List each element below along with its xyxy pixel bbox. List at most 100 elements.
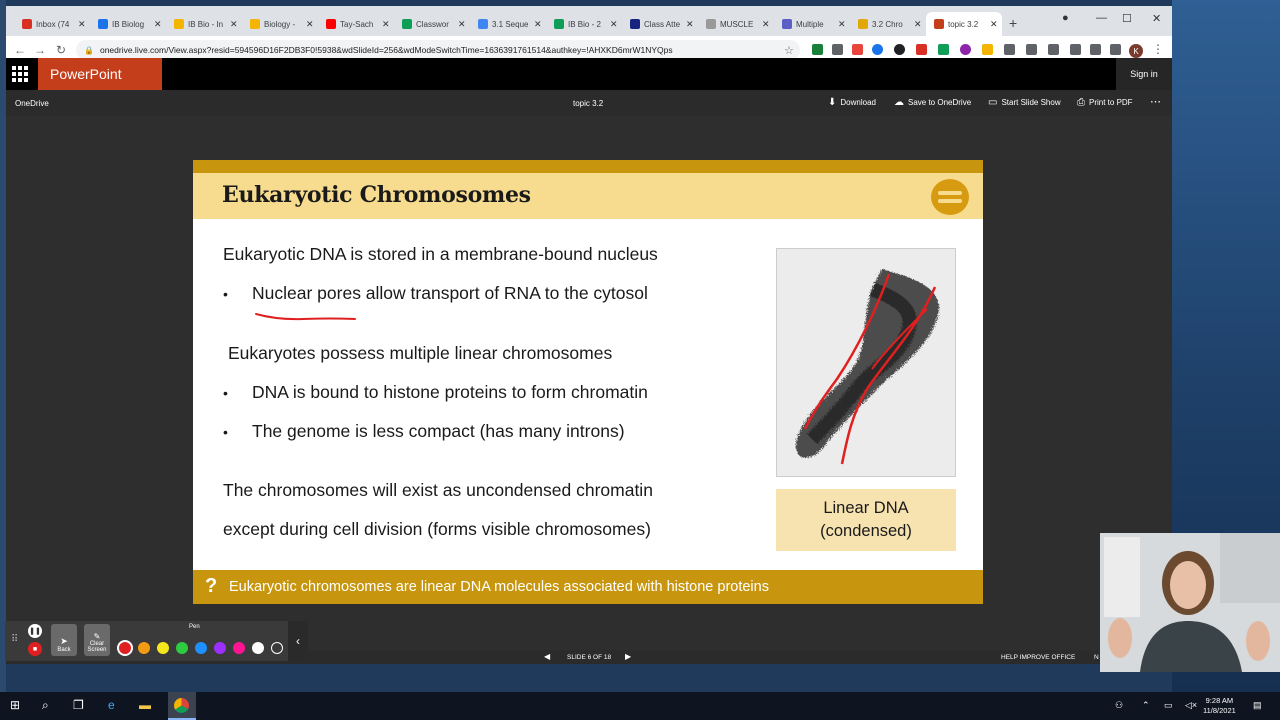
pen-color-swatch[interactable]: [195, 642, 207, 654]
tab-favicon-icon: [250, 19, 260, 29]
tab-close-icon[interactable]: ✕: [610, 19, 618, 30]
previous-slide-icon[interactable]: ◀: [544, 652, 550, 661]
tab-close-icon[interactable]: ✕: [686, 19, 694, 30]
volume-icon[interactable]: ◁×: [1185, 700, 1197, 711]
pen-color-swatch[interactable]: [214, 642, 226, 654]
windows-start-icon[interactable]: ⊞: [10, 698, 20, 712]
browser-tab[interactable]: Class Atte ✕: [622, 12, 698, 36]
puzzle-extensions-icon[interactable]: [1070, 44, 1081, 55]
url-input[interactable]: 🔒 onedrive.live.com/View.aspx?resid=5945…: [76, 40, 800, 60]
browser-tab[interactable]: Classwor ✕: [394, 12, 470, 36]
breadcrumb-onedrive[interactable]: OneDrive: [15, 99, 49, 108]
tab-close-icon[interactable]: ✕: [230, 19, 238, 30]
browser-tab[interactable]: topic 3.2 ✕: [926, 12, 1002, 36]
edge-icon[interactable]: e: [108, 698, 115, 712]
app-launcher-icon[interactable]: [12, 66, 28, 82]
tab-title: Tay-Sach: [340, 19, 374, 29]
extension-icon[interactable]: [1004, 44, 1015, 55]
notifications-icon[interactable]: ▤: [1253, 700, 1262, 711]
save-to-onedrive-button[interactable]: ☁ Save to OneDrive: [894, 97, 971, 108]
browser-tab[interactable]: MUSCLE ✕: [698, 12, 774, 36]
collapse-toolbar-icon[interactable]: ‹: [288, 621, 308, 661]
pause-icon[interactable]: ❚❚: [28, 624, 42, 638]
tab-close-icon[interactable]: ✕: [78, 19, 86, 30]
close-window-button[interactable]: ✕: [1152, 12, 1161, 25]
pen-color-swatch[interactable]: [252, 642, 264, 654]
pen-color-swatch[interactable]: [233, 642, 245, 654]
drag-handle-icon[interactable]: ⠿: [11, 634, 18, 645]
tab-close-icon[interactable]: ✕: [838, 19, 846, 30]
minimize-button[interactable]: —: [1096, 12, 1107, 24]
tab-strip: Inbox (74 ✕ IB Biolog ✕ IB Bio - In ✕ Biology …: [6, 6, 1172, 36]
profile-avatar[interactable]: K: [1129, 44, 1143, 58]
stop-record-icon[interactable]: ■: [28, 642, 42, 656]
pen-color-swatch[interactable]: [157, 642, 169, 654]
browser-tab[interactable]: IB Bio - In ✕: [166, 12, 242, 36]
browser-tab[interactable]: IB Bio - 2 ✕: [546, 12, 622, 36]
more-options-icon[interactable]: ⋯: [1150, 95, 1161, 108]
back-arrow-icon[interactable]: ←: [14, 43, 26, 57]
clear-screen-button[interactable]: ✎ Clear Screen: [84, 624, 110, 656]
extension-icon[interactable]: [916, 44, 927, 55]
chrome-taskbar-button[interactable]: [168, 692, 196, 720]
tab-close-icon[interactable]: ✕: [458, 19, 466, 30]
pen-color-swatch[interactable]: [119, 642, 131, 654]
cursor-icon: ➤: [60, 636, 68, 646]
download-button[interactable]: ⬇ Download: [828, 97, 876, 108]
download-label: Download: [840, 98, 876, 107]
forward-arrow-icon[interactable]: →: [34, 43, 46, 57]
tab-close-icon[interactable]: ✕: [154, 19, 162, 30]
browser-tab[interactable]: 3.1 Seque ✕: [470, 12, 546, 36]
extension-icon[interactable]: [832, 44, 843, 55]
tab-close-icon[interactable]: ✕: [306, 19, 314, 30]
browser-tab[interactable]: Tay-Sach ✕: [318, 12, 394, 36]
cast-icon[interactable]: [1090, 44, 1101, 55]
start-slideshow-button[interactable]: ▭ Start Slide Show: [988, 97, 1061, 108]
extension-icon[interactable]: [938, 44, 949, 55]
pen-color-swatch[interactable]: [138, 642, 150, 654]
extension-icon[interactable]: [812, 44, 823, 55]
print-to-pdf-button[interactable]: ⎙ Print to PDF: [1077, 97, 1133, 108]
tab-close-icon[interactable]: ✕: [914, 19, 922, 30]
reload-icon[interactable]: ↻: [56, 43, 66, 57]
pen-color-swatch[interactable]: [271, 642, 283, 654]
browser-tab[interactable]: 3.2 Chro ✕: [850, 12, 926, 36]
sign-in-button[interactable]: Sign in: [1116, 58, 1172, 90]
extension-icon[interactable]: [1026, 44, 1037, 55]
extension-icon[interactable]: [960, 44, 971, 55]
bookmark-star-icon[interactable]: ☆: [784, 44, 794, 57]
maximize-button[interactable]: ☐: [1122, 12, 1132, 25]
search-icon[interactable]: ⌕: [42, 698, 49, 713]
system-clock[interactable]: 9:28 AM 11/8/2021: [1203, 696, 1236, 716]
browser-tab[interactable]: Multiple ✕: [774, 12, 850, 36]
network-icon[interactable]: ▭: [1164, 700, 1173, 711]
extension-icon[interactable]: [852, 44, 863, 55]
app-name[interactable]: PowerPoint: [38, 58, 162, 90]
extension-icon[interactable]: [872, 44, 883, 55]
people-icon[interactable]: ⚇: [1115, 700, 1123, 711]
extension-icon[interactable]: [982, 44, 993, 55]
back-tool-button[interactable]: ➤ Back: [51, 624, 77, 656]
slide-bullet-text: DNA is bound to histone proteins to form…: [252, 382, 648, 402]
chrome-menu-icon[interactable]: ⋮: [1152, 42, 1164, 56]
help-improve-office-link[interactable]: HELP IMPROVE OFFICE: [1001, 654, 1075, 661]
tab-close-icon[interactable]: ✕: [990, 19, 998, 30]
power-icon[interactable]: [894, 44, 905, 55]
pen-color-swatch[interactable]: [176, 642, 188, 654]
new-tab-button[interactable]: +: [1009, 15, 1017, 31]
notes-button[interactable]: N: [1094, 654, 1099, 661]
cursor-extension-icon[interactable]: [1048, 44, 1059, 55]
browser-tab[interactable]: Biology - ✕: [242, 12, 318, 36]
file-explorer-icon[interactable]: ▬: [139, 698, 151, 712]
tab-close-icon[interactable]: ✕: [382, 19, 390, 30]
slide-title: Eukaryotic Chromosomes: [222, 182, 531, 208]
browser-tab[interactable]: Inbox (74 ✕: [14, 12, 90, 36]
reading-list-icon[interactable]: [1110, 44, 1121, 55]
tab-close-icon[interactable]: ✕: [762, 19, 770, 30]
browser-tab[interactable]: IB Biolog ✕: [90, 12, 166, 36]
tab-close-icon[interactable]: ✕: [534, 19, 542, 30]
slide-indicator: SLIDE 6 OF 18: [567, 654, 612, 661]
show-hidden-icons-icon[interactable]: ⌃: [1142, 700, 1150, 711]
task-view-icon[interactable]: ❐: [73, 698, 84, 712]
next-slide-icon[interactable]: ▶: [625, 652, 631, 661]
